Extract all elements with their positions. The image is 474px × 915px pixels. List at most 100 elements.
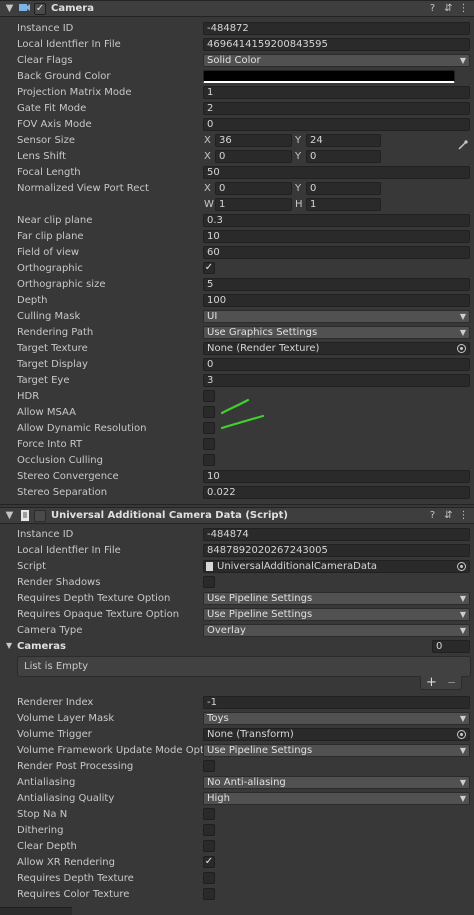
orthographic-checkbox[interactable]: ✓ — [203, 262, 215, 274]
camera-component-header[interactable]: ▼ ✓ Camera ? ⇵ ⋮ — [0, 0, 474, 17]
fov-field[interactable]: 60 — [203, 246, 470, 259]
dynamic-resolution-checkbox[interactable] — [203, 422, 215, 434]
field-label: Local Identfier In File — [17, 545, 121, 556]
viewport-h-field[interactable]: 1 — [306, 198, 381, 211]
lens-y-field[interactable]: 0 — [306, 150, 381, 163]
force-rt-checkbox[interactable] — [203, 438, 215, 450]
req-opaque-option-dropdown[interactable]: Use Pipeline Settings ▼ — [203, 608, 470, 621]
depth-field[interactable]: 100 — [203, 294, 470, 307]
row-instance-id: Instance ID -484872 — [0, 21, 474, 37]
foldout-arrow-icon[interactable]: ▼ — [3, 2, 16, 15]
renderer-index-field[interactable]: -1 — [203, 696, 470, 709]
volume-trigger-field[interactable]: None (Transform) — [203, 728, 470, 741]
component-title: Universal Additional Camera Data (Script… — [51, 510, 288, 521]
urp-enabled-checkbox[interactable] — [34, 510, 46, 522]
background-color-swatch[interactable] — [203, 70, 455, 83]
sensor-y-field[interactable]: 24 — [306, 134, 381, 147]
rendering-path-dropdown[interactable]: Use Graphics Settings ▼ — [203, 326, 470, 339]
fov-axis-field[interactable]: 0 — [203, 118, 470, 131]
stereo-separation-field[interactable]: 0.022 — [203, 486, 470, 499]
dropdown-value: Use Pipeline Settings — [207, 745, 313, 756]
axis-h-label: H — [295, 199, 303, 210]
row-fov-axis: FOV Axis Mode 0 — [0, 117, 474, 133]
preset-icon[interactable]: ⇵ — [442, 509, 455, 522]
stereo-convergence-field[interactable]: 10 — [203, 470, 470, 483]
msaa-checkbox[interactable] — [203, 406, 215, 418]
target-display-field[interactable]: 0 — [203, 358, 470, 371]
field-label: Clear Depth — [17, 841, 77, 852]
object-picker-icon[interactable] — [457, 562, 466, 571]
row-volume-update: Volume Framework Update Mode Option Use … — [0, 743, 474, 759]
context-menu-icon[interactable]: ⋮ — [457, 509, 470, 522]
dropdown-value: UI — [207, 311, 218, 322]
instance-id-field[interactable]: -484874 — [203, 528, 470, 541]
foldout-arrow-icon[interactable]: ▼ — [6, 641, 12, 650]
near-clip-field[interactable]: 0.3 — [203, 214, 470, 227]
script-field[interactable]: UniversalAdditionalCameraData — [203, 560, 470, 573]
render-shadows-checkbox[interactable] — [203, 576, 215, 588]
aa-quality-dropdown[interactable]: High ▼ — [203, 792, 470, 805]
camera-type-dropdown[interactable]: Overlay ▼ — [203, 624, 470, 637]
focal-length-field[interactable]: 50 — [203, 166, 470, 179]
row-focal-length: Focal Length 50 — [0, 165, 474, 181]
remove-button[interactable]: − — [447, 676, 456, 689]
row-dithering: Dithering — [0, 823, 474, 839]
viewport-y-field[interactable]: 0 — [306, 182, 381, 195]
field-label: Normalized View Port Rect — [17, 183, 149, 194]
add-button[interactable]: + — [426, 675, 437, 690]
local-id-field[interactable]: 4696414159200843595 — [203, 38, 470, 51]
occlusion-checkbox[interactable] — [203, 454, 215, 466]
help-icon[interactable]: ? — [426, 509, 439, 522]
camera-enabled-checkbox[interactable]: ✓ — [34, 3, 46, 15]
chevron-down-icon: ▼ — [459, 778, 466, 787]
urp-component-header[interactable]: ▼ Universal Additional Camera Data (Scri… — [0, 507, 474, 524]
row-viewport: Normalized View Port Rect X 0 Y 0 — [0, 181, 474, 197]
clear-flags-dropdown[interactable]: Solid Color ▼ — [203, 54, 470, 67]
help-icon[interactable]: ? — [426, 2, 439, 15]
local-id-field[interactable]: 8487892020267243005 — [203, 544, 470, 557]
antialiasing-dropdown[interactable]: No Anti-aliasing ▼ — [203, 776, 470, 789]
field-label: Rendering Path — [17, 327, 94, 338]
row-clear-flags: Clear Flags Solid Color ▼ — [0, 53, 474, 69]
field-label: Gate Fit Mode — [17, 103, 87, 114]
viewport-w-field[interactable]: 1 — [215, 198, 292, 211]
object-picker-icon[interactable] — [457, 344, 466, 353]
lens-x-field[interactable]: 0 — [215, 150, 292, 163]
field-label: Near clip plane — [17, 215, 93, 226]
sensor-x-field[interactable]: 36 — [215, 134, 292, 147]
context-menu-icon[interactable]: ⋮ — [457, 2, 470, 15]
field-label: HDR — [17, 391, 40, 402]
stop-nan-checkbox[interactable] — [203, 808, 215, 820]
volume-mask-dropdown[interactable]: Toys ▼ — [203, 712, 470, 725]
row-cameras-list-header[interactable]: ▼ Cameras 0 — [0, 639, 474, 655]
gate-fit-field[interactable]: 2 — [203, 102, 470, 115]
chevron-down-icon: ▼ — [459, 626, 466, 635]
target-eye-field[interactable]: 3 — [203, 374, 470, 387]
cameras-count-field[interactable]: 0 — [432, 640, 470, 653]
target-texture-field[interactable]: None (Render Texture) — [203, 342, 470, 355]
camera-icon — [18, 2, 31, 15]
foldout-arrow-icon[interactable]: ▼ — [3, 509, 16, 522]
ortho-size-field[interactable]: 5 — [203, 278, 470, 291]
req-color-texture-checkbox[interactable] — [203, 888, 215, 900]
volume-update-dropdown[interactable]: Use Pipeline Settings ▼ — [203, 744, 470, 757]
row-far-clip: Far clip plane 10 — [0, 229, 474, 245]
xr-rendering-checkbox[interactable]: ✓ — [203, 856, 215, 868]
row-req-depth-texture: Requires Depth Texture — [0, 871, 474, 887]
preset-icon[interactable]: ⇵ — [442, 2, 455, 15]
field-label: Allow XR Rendering — [17, 857, 115, 868]
script-icon — [18, 509, 31, 522]
req-depth-texture-checkbox[interactable] — [203, 872, 215, 884]
projection-matrix-field[interactable]: 1 — [203, 86, 470, 99]
dithering-checkbox[interactable] — [203, 824, 215, 836]
req-depth-option-dropdown[interactable]: Use Pipeline Settings ▼ — [203, 592, 470, 605]
hdr-checkbox[interactable] — [203, 390, 215, 402]
far-clip-field[interactable]: 10 — [203, 230, 470, 243]
culling-mask-dropdown[interactable]: UI ▼ — [203, 310, 470, 323]
post-processing-checkbox[interactable] — [203, 760, 215, 772]
object-picker-icon[interactable] — [457, 730, 466, 739]
clear-depth-checkbox[interactable] — [203, 840, 215, 852]
instance-id-field[interactable]: -484872 — [203, 22, 470, 35]
field-label: Antialiasing Quality — [17, 793, 115, 804]
viewport-x-field[interactable]: 0 — [215, 182, 292, 195]
